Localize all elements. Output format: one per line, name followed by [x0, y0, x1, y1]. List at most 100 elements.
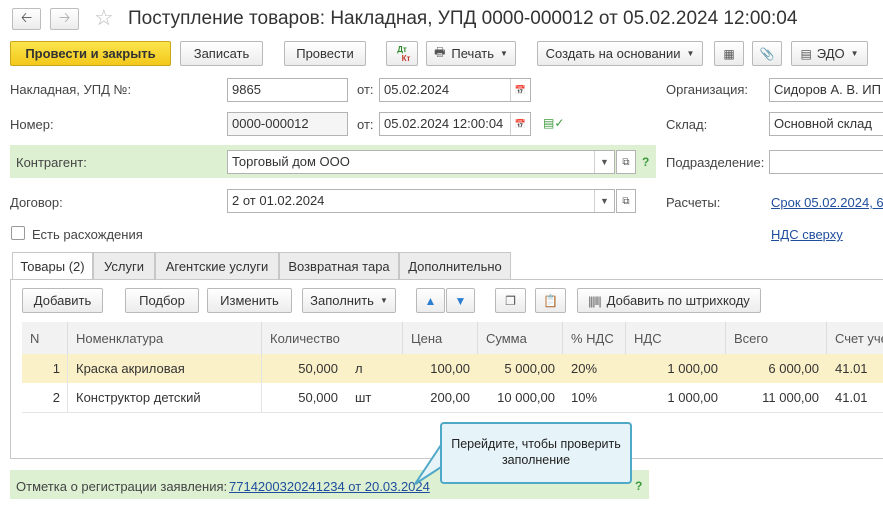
settlements-link[interactable]: Срок 05.02.2024, 6 [771, 195, 883, 210]
edo-button[interactable]: ▤ ЭДО ▼ [791, 41, 868, 66]
row-item-name: Конструктор детский [76, 390, 201, 405]
calendar-icon[interactable]: 📅 [510, 113, 530, 135]
tab-goods[interactable]: Товары (2) [12, 252, 93, 280]
save-button[interactable]: Записать [180, 41, 263, 66]
row-account: 41.01 [835, 390, 868, 405]
doc-datetime-field[interactable]: 05.02.2024 12:00:04 📅 [379, 112, 531, 136]
row-vat: 1 000,00 [667, 390, 718, 405]
printer-icon: 🖶 [434, 45, 446, 59]
attachment-button[interactable]: 📎 [752, 41, 782, 66]
tab-returnable-containers[interactable]: Возвратная тара [279, 252, 399, 279]
back-button[interactable]: 🡠 [12, 8, 41, 30]
arrow-down-icon: ▼ [454, 293, 467, 308]
discrepancy-checkbox[interactable] [11, 226, 25, 240]
paste-button[interactable]: 📋 [535, 288, 566, 313]
select-button[interactable]: Подбор [125, 288, 199, 313]
row-unit: л [355, 361, 363, 376]
row-unit: шт [355, 390, 372, 405]
registration-label: Отметка о регистрации заявления: [16, 479, 228, 494]
move-up-button[interactable]: ▲ [416, 288, 445, 313]
structure-button[interactable]: ▦ [714, 41, 744, 66]
paste-icon: 📋 [543, 293, 558, 308]
invoice-date-field[interactable]: 05.02.2024 📅 [379, 78, 531, 102]
doc-number-field[interactable]: 0000-000012 [227, 112, 348, 136]
row-account: 41.01 [835, 361, 868, 376]
column-header-account[interactable]: Счет уче [827, 322, 883, 354]
structure-icon: ▦ [723, 46, 735, 61]
add-by-barcode-button[interactable]: |||‖| Добавить по штрихкоду [577, 288, 761, 313]
star-icon[interactable]: ☆ [94, 5, 114, 31]
warehouse-field[interactable]: Основной склад [769, 112, 883, 136]
organization-label: Организация: [666, 82, 749, 97]
invoice-number-field[interactable]: 9865 [227, 78, 348, 102]
dt-kt-icon: Дт [397, 44, 407, 54]
table-row[interactable]: 1 Краска акриловая 50,000 л 100,00 5 000… [22, 354, 883, 383]
column-header-quantity[interactable]: Количество [262, 322, 403, 354]
page-title: Поступление товаров: Накладная, УПД 0000… [128, 8, 798, 29]
column-header-sum[interactable]: Сумма [478, 322, 563, 354]
organization-field[interactable]: Сидоров А. В. ИП [769, 78, 883, 102]
help-icon[interactable]: ? [635, 479, 642, 493]
copy-icon: ❐ [505, 293, 516, 308]
chevron-down-icon: ▼ [686, 49, 695, 58]
fill-button[interactable]: Заполнить ▼ [302, 288, 396, 313]
chevron-down-icon: ▼ [379, 296, 388, 305]
settlements-label: Расчеты: [666, 195, 721, 210]
discrepancy-label: Есть расхождения [32, 227, 143, 242]
row-total: 6 000,00 [768, 361, 819, 376]
chevron-down-icon[interactable]: ▼ [594, 190, 614, 212]
row-quantity: 50,000 [298, 390, 338, 405]
counterparty-field[interactable]: Торговый дом ООО ▼ [227, 150, 615, 174]
column-header-vat[interactable]: НДС [626, 322, 726, 354]
row-item-name: Краска акриловая [76, 361, 185, 376]
forward-button[interactable]: 🡢 [50, 8, 79, 30]
tooltip: Перейдите, чтобы проверить заполнение [440, 422, 632, 484]
column-header-price[interactable]: Цена [403, 322, 478, 354]
open-contract-button[interactable]: ⧉ [616, 189, 636, 213]
registration-link[interactable]: 7714200320241234 от 20.03.2024 [229, 479, 430, 494]
check-document-icon[interactable]: ▤✓ [543, 116, 564, 130]
help-icon[interactable]: ? [642, 155, 649, 169]
create-based-on-button[interactable]: Создать на основании ▼ [537, 41, 703, 66]
department-field[interactable] [769, 150, 883, 174]
arrow-up-icon: ▲ [424, 293, 437, 308]
post-and-close-button[interactable]: Провести и закрыть [10, 41, 171, 66]
number-label: Номер: [10, 117, 54, 132]
counterparty-label: Контрагент: [16, 155, 87, 170]
arrow-left-icon: 🡠 [20, 9, 33, 25]
copy-button[interactable]: ❐ [495, 288, 526, 313]
column-header-item[interactable]: Номенклатура [68, 322, 262, 354]
table-row[interactable]: 2 Конструктор детский 50,000 шт 200,00 1… [22, 383, 883, 412]
column-header-total[interactable]: Всего [726, 322, 827, 354]
print-button[interactable]: 🖶 Печать ▼ [426, 41, 516, 66]
row-vat-rate: 20% [571, 361, 598, 376]
doc-date-label: от: [357, 117, 374, 132]
row-total: 11 000,00 [762, 390, 819, 405]
department-label: Подразделение: [666, 155, 765, 170]
row-sum: 10 000,00 [497, 390, 555, 405]
invoice-date-label: от: [357, 82, 374, 97]
add-row-button[interactable]: Добавить [22, 288, 103, 313]
calendar-icon[interactable]: 📅 [510, 79, 530, 101]
column-header-vat-rate[interactable]: % НДС [563, 322, 626, 354]
row-number: 1 [52, 361, 60, 376]
vat-link[interactable]: НДС сверху [771, 227, 843, 242]
open-icon: ⧉ [622, 195, 630, 207]
dt-kt-button[interactable]: Дт Кт [386, 41, 418, 66]
column-header-n[interactable]: N [22, 322, 68, 354]
chevron-down-icon[interactable]: ▼ [594, 151, 614, 173]
row-quantity: 50,000 [298, 361, 338, 376]
barcode-icon: |||‖| [588, 293, 601, 308]
post-button[interactable]: Провести [284, 41, 366, 66]
move-down-button[interactable]: ▼ [446, 288, 475, 313]
row-vat-rate: 10% [571, 390, 598, 405]
tab-services[interactable]: Услуги [93, 252, 155, 279]
tab-agent-services[interactable]: Агентские услуги [155, 252, 279, 279]
invoice-label: Накладная, УПД №: [10, 82, 132, 97]
change-button[interactable]: Изменить [207, 288, 292, 313]
contract-field[interactable]: 2 от 01.02.2024 ▼ [227, 189, 615, 213]
open-counterparty-button[interactable]: ⧉ [616, 150, 636, 174]
chevron-down-icon: ▼ [500, 49, 508, 58]
arrow-right-icon: 🡢 [58, 9, 71, 25]
tab-additional[interactable]: Дополнительно [399, 252, 511, 279]
